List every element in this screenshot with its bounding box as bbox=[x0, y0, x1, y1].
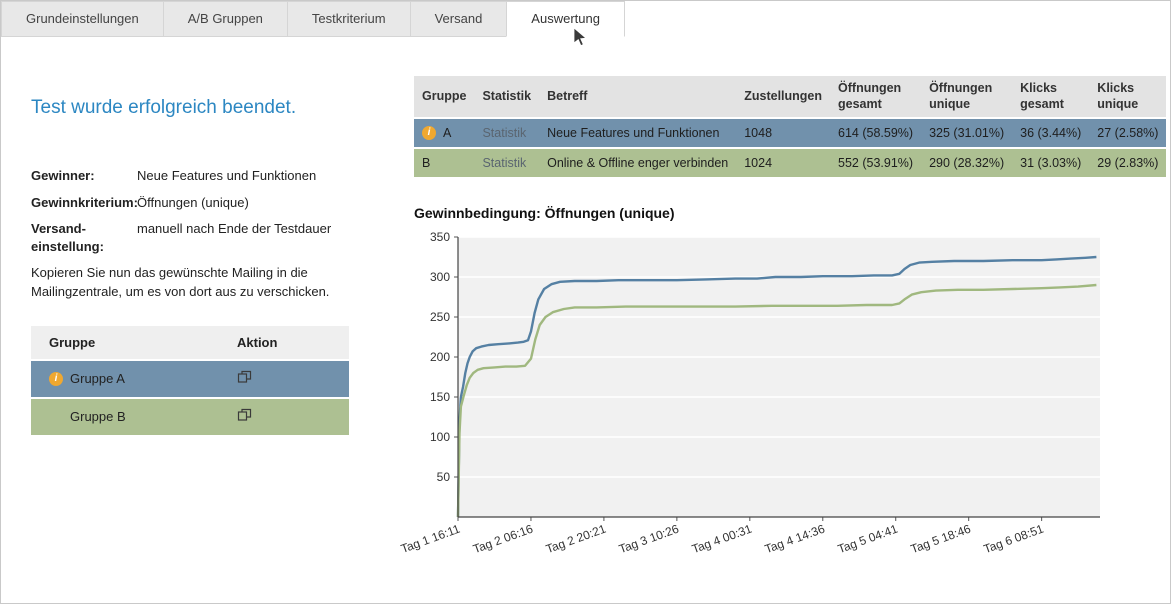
group-action bbox=[237, 370, 349, 387]
group-action-table: GruppeAktion i Gruppe A Gruppe B bbox=[31, 326, 349, 435]
detail-value: Neue Features und Funktionen bbox=[137, 167, 351, 185]
tab-grundeinstellungen[interactable]: Grundeinstellungen bbox=[1, 1, 164, 37]
tab-auswertung[interactable]: Auswertung bbox=[506, 1, 625, 37]
cell-zustellungen: 1048 bbox=[736, 119, 830, 147]
result-details: Gewinner:Neue Features und FunktionenGew… bbox=[31, 167, 351, 255]
cell-oeffnungen-gesamt: 614 (58.59%) bbox=[830, 119, 921, 147]
cell-gruppe: iA bbox=[414, 119, 474, 147]
y-tick-label: 300 bbox=[430, 270, 450, 284]
gruppe-letter: B bbox=[422, 156, 430, 170]
cell-oeffnungen-unique: 325 (31.01%) bbox=[921, 119, 1012, 147]
x-tick-label: Tag 2 06:16 bbox=[471, 522, 535, 557]
chart-title: Gewinnbedingung: Öffnungen (unique) bbox=[414, 205, 1170, 221]
detail-row: Gewinnkriterium:Öffnungen (unique) bbox=[31, 194, 351, 212]
cell-betreff: Online & Offline enger verbinden bbox=[539, 149, 736, 177]
y-tick-label: 250 bbox=[430, 310, 450, 324]
detail-label: Gewinnkriterium: bbox=[31, 194, 137, 212]
info-icon: i bbox=[49, 372, 63, 386]
y-tick-label: 200 bbox=[430, 350, 450, 364]
y-tick-label: 150 bbox=[430, 390, 450, 404]
group-header-aktion: Aktion bbox=[237, 335, 349, 350]
detail-value: Öffnungen (unique) bbox=[137, 194, 351, 212]
copy-icon[interactable] bbox=[237, 408, 252, 422]
detail-row: Versand-einstellung:manuell nach Ende de… bbox=[31, 220, 351, 255]
plot-area bbox=[458, 237, 1100, 517]
group-name: Gruppe B bbox=[31, 409, 237, 424]
statistik-link[interactable]: Statistik bbox=[474, 149, 539, 177]
group-name-label: Gruppe A bbox=[70, 371, 125, 386]
group-table-header: GruppeAktion bbox=[31, 326, 349, 359]
chart-svg: 50100150200250300350Tag 1 16:11Tag 2 06:… bbox=[414, 229, 1114, 571]
group-name-label: Gruppe B bbox=[70, 409, 126, 424]
detail-label: Gewinner: bbox=[31, 167, 137, 185]
tab-a-b-gruppen[interactable]: A/B Gruppen bbox=[163, 1, 288, 37]
x-tick-label: Tag 6 08:51 bbox=[982, 522, 1046, 557]
detail-row: Gewinner:Neue Features und Funktionen bbox=[31, 167, 351, 185]
results-header-ffnungen-gesamt: Öffnungen gesamt bbox=[830, 76, 921, 117]
x-tick-label: Tag 4 00:31 bbox=[690, 522, 754, 557]
x-tick-label: Tag 4 14:36 bbox=[763, 522, 827, 557]
x-tick-label: Tag 1 16:11 bbox=[399, 522, 462, 556]
results-header-row: GruppeStatistikBetreffZustellungenÖffnun… bbox=[414, 76, 1166, 117]
info-icon: i bbox=[422, 126, 436, 140]
gruppe-cell-content: B bbox=[422, 156, 466, 170]
y-tick-label: 100 bbox=[430, 430, 450, 444]
results-row-b: B StatistikOnline & Offline enger verbind… bbox=[414, 149, 1166, 177]
results-header-klicks-gesamt: Klicks gesamt bbox=[1012, 76, 1089, 117]
results-header-zustellungen: Zustellungen bbox=[736, 76, 830, 117]
group-action bbox=[237, 408, 349, 425]
y-tick-label: 50 bbox=[437, 470, 451, 484]
x-tick-label: Tag 5 04:41 bbox=[836, 522, 900, 557]
ab-test-evaluation-window: GrundeinstellungenA/B GruppenTestkriteri… bbox=[0, 0, 1171, 604]
cell-gruppe: B bbox=[414, 149, 474, 177]
content-area: Test wurde erfolgreich beendet. Gewinner… bbox=[1, 37, 1170, 571]
summary-panel: Test wurde erfolgreich beendet. Gewinner… bbox=[31, 37, 351, 571]
results-header-statistik: Statistik bbox=[474, 76, 539, 117]
detail-value: manuell nach Ende der Testdauer bbox=[137, 220, 351, 255]
results-header-ffnungen-unique: Öffnungen unique bbox=[921, 76, 1012, 117]
copy-icon[interactable] bbox=[237, 370, 252, 384]
results-header-betreff: Betreff bbox=[539, 76, 736, 117]
cell-betreff: Neue Features und Funktionen bbox=[539, 119, 736, 147]
detail-label: Versand-einstellung: bbox=[31, 220, 137, 255]
cell-klicks-gesamt: 36 (3.44%) bbox=[1012, 119, 1089, 147]
x-tick-label: Tag 3 10:26 bbox=[617, 522, 681, 557]
group-header-gruppe: Gruppe bbox=[31, 335, 237, 350]
gruppe-letter: A bbox=[443, 126, 451, 140]
results-panel: GruppeStatistikBetreffZustellungenÖffnun… bbox=[414, 37, 1170, 571]
results-table: GruppeStatistikBetreffZustellungenÖffnun… bbox=[414, 74, 1166, 179]
cell-oeffnungen-gesamt: 552 (53.91%) bbox=[830, 149, 921, 177]
status-heading: Test wurde erfolgreich beendet. bbox=[31, 97, 351, 119]
group-row-gruppe-b[interactable]: Gruppe B bbox=[31, 399, 349, 435]
cell-klicks-unique: 29 (2.83%) bbox=[1089, 149, 1166, 177]
results-row-a: iA StatistikNeue Features und Funktionen1… bbox=[414, 119, 1166, 147]
cell-zustellungen: 1024 bbox=[736, 149, 830, 177]
y-tick-label: 350 bbox=[430, 230, 450, 244]
x-tick-label: Tag 5 18:46 bbox=[909, 522, 973, 557]
tab-testkriterium[interactable]: Testkriterium bbox=[287, 1, 411, 37]
cell-klicks-gesamt: 31 (3.03%) bbox=[1012, 149, 1089, 177]
tab-versand[interactable]: Versand bbox=[410, 1, 508, 37]
statistik-link[interactable]: Statistik bbox=[474, 119, 539, 147]
group-name: i Gruppe A bbox=[31, 371, 237, 386]
gruppe-cell-content: iA bbox=[422, 126, 466, 140]
results-header-gruppe: Gruppe bbox=[414, 76, 474, 117]
x-tick-label: Tag 2 20:21 bbox=[544, 522, 608, 557]
cell-oeffnungen-unique: 290 (28.32%) bbox=[921, 149, 1012, 177]
results-header-klicks-unique: Klicks unique bbox=[1089, 76, 1166, 117]
tab-bar: GrundeinstellungenA/B GruppenTestkriteri… bbox=[1, 1, 1170, 37]
group-row-gruppe-a[interactable]: i Gruppe A bbox=[31, 361, 349, 397]
instruction-text: Kopieren Sie nun das gewünschte Mailing … bbox=[31, 264, 351, 302]
line-chart: 50100150200250300350Tag 1 16:11Tag 2 06:… bbox=[414, 229, 1170, 571]
cell-klicks-unique: 27 (2.58%) bbox=[1089, 119, 1166, 147]
